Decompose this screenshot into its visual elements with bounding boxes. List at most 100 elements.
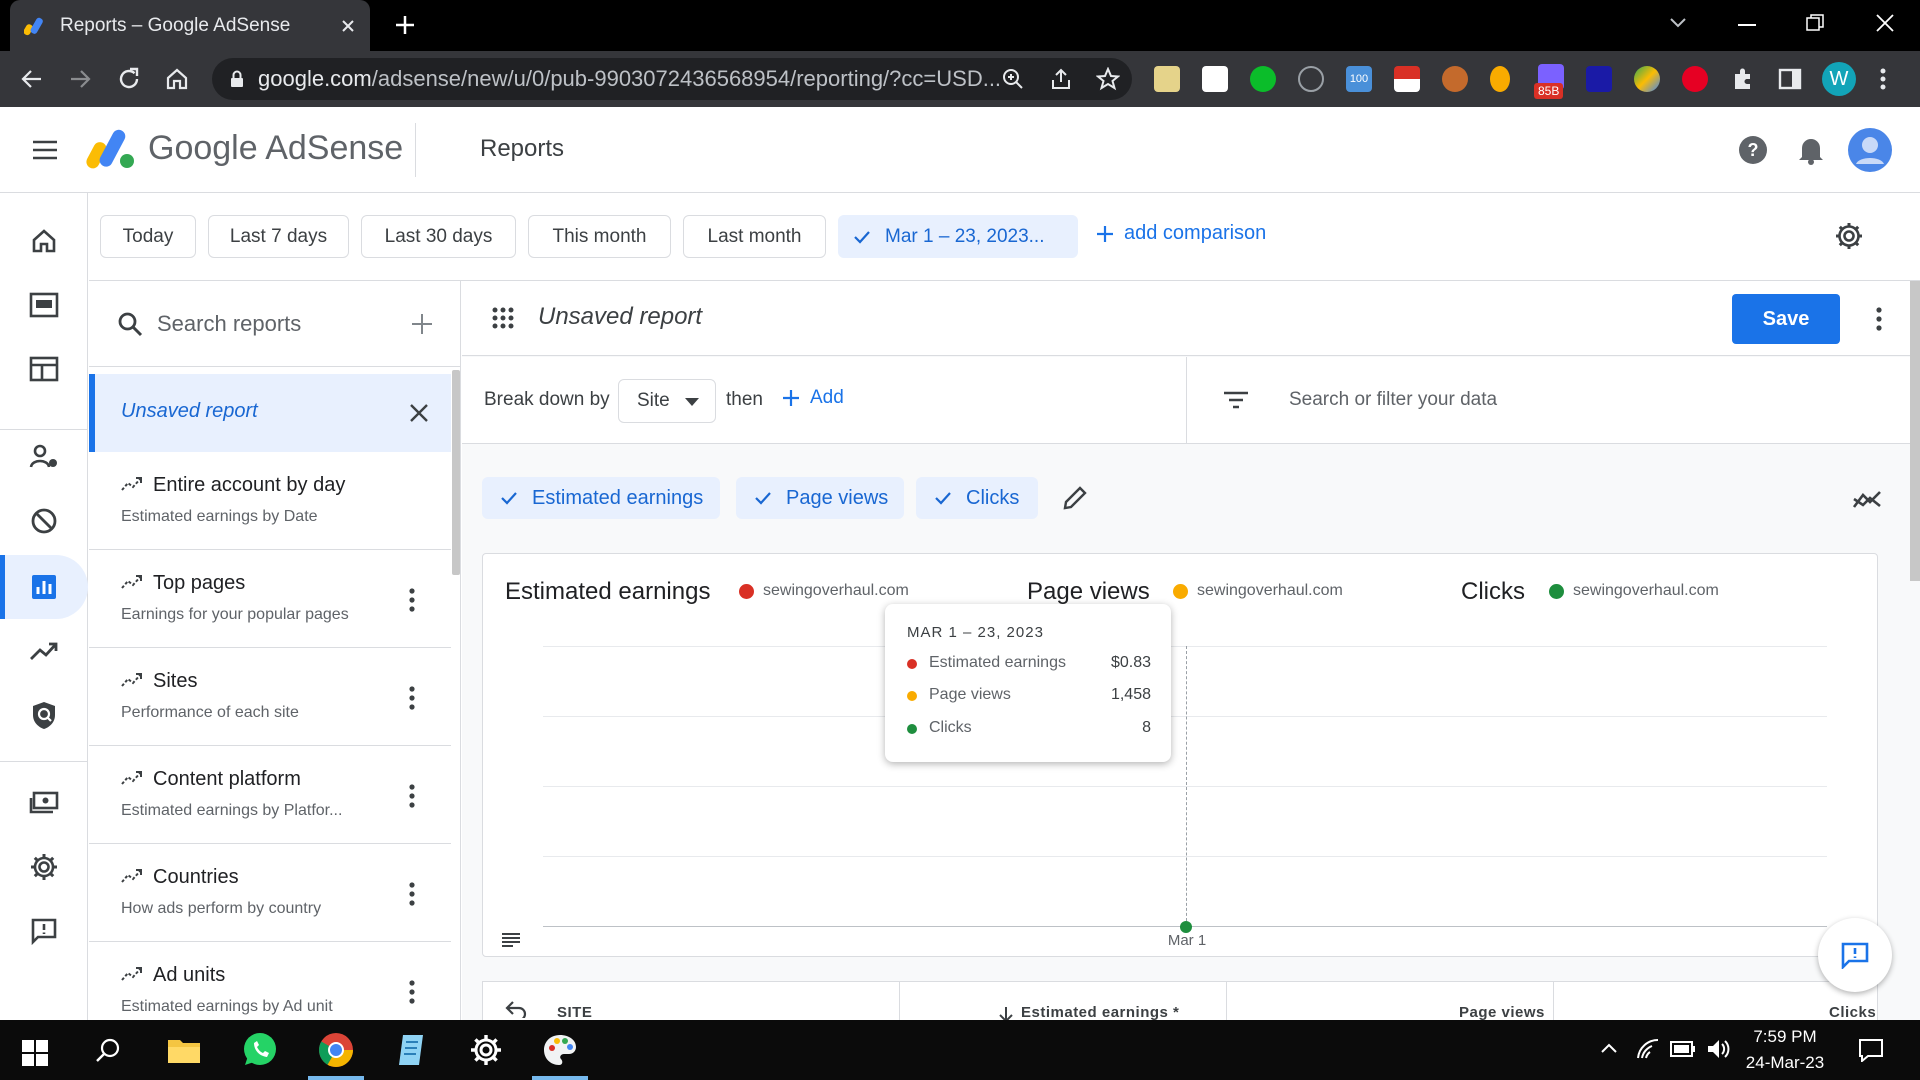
more-options-icon[interactable] [409, 882, 415, 906]
metric-chip-clicks[interactable]: Clicks [916, 477, 1038, 519]
nav-reports-icon[interactable] [26, 569, 62, 605]
nav-privacy-messaging-icon[interactable] [26, 439, 62, 475]
nav-blocking-controls-icon[interactable] [26, 503, 62, 539]
nav-feedback-icon[interactable] [26, 913, 62, 949]
wordpress-extension-icon[interactable] [1442, 66, 1468, 92]
add-comparison-button[interactable]: add comparison [1096, 222, 1266, 245]
sidebar-item-unsaved-report[interactable]: Unsaved report [89, 374, 451, 452]
profile-avatar[interactable]: W [1822, 62, 1856, 96]
panel-scrollbar[interactable] [452, 370, 460, 575]
notification-center-icon[interactable] [1858, 1038, 1884, 1062]
green-extension-icon[interactable] [1250, 66, 1276, 92]
nav-settings-icon[interactable] [26, 849, 62, 885]
nav-brand-safety-icon[interactable] [26, 697, 62, 733]
back-icon[interactable] [20, 67, 44, 91]
chip-last-7-days[interactable]: Last 7 days [208, 215, 349, 258]
whatsapp-icon[interactable] [238, 1028, 282, 1072]
apps-grid-icon[interactable] [492, 307, 514, 329]
chip-this-month[interactable]: This month [528, 215, 671, 258]
sidebar-report-content-platform[interactable]: Content platform Estimated earnings by P… [89, 746, 451, 844]
add-breakdown-button[interactable]: Add [782, 387, 844, 409]
column-header-clicks[interactable]: Clicks [1829, 1004, 1876, 1021]
notes-extension-icon[interactable] [1154, 66, 1180, 92]
sidebar-report-top-pages[interactable]: Top pages Earnings for your popular page… [89, 550, 451, 648]
metric-chip-page-views[interactable]: Page views [736, 477, 904, 519]
column-header-site[interactable]: SITE [557, 1004, 592, 1021]
restore-icon[interactable] [1806, 14, 1824, 32]
edit-metrics-pencil-icon[interactable] [1062, 485, 1088, 511]
browser-menu-icon[interactable] [1880, 67, 1886, 91]
address-bar[interactable]: google.com/adsense/new/u/0/pub-990307243… [212, 58, 1132, 100]
report-title[interactable]: Unsaved report [538, 303, 702, 331]
nav-sites-icon[interactable] [26, 287, 62, 323]
system-tray-chevron-icon[interactable] [1600, 1042, 1618, 1054]
speed-extension-icon[interactable]: 100 [1346, 66, 1372, 92]
filter-search-box[interactable]: Search or filter your data [1186, 357, 1920, 443]
metric-chip-estimated-earnings[interactable]: Estimated earnings [482, 477, 720, 519]
search-reports-box[interactable]: Search reports [89, 281, 460, 367]
settings-gear-app-icon[interactable] [464, 1028, 508, 1072]
save-button[interactable]: Save [1732, 294, 1840, 344]
new-report-plus-icon[interactable] [411, 313, 433, 335]
extensions-puzzle-icon[interactable] [1730, 66, 1756, 92]
more-options-icon[interactable] [409, 588, 415, 612]
report-settings-gear-icon[interactable] [1834, 221, 1864, 251]
colorful-extension-icon[interactable] [1634, 66, 1660, 92]
chip-last-month[interactable]: Last month [683, 215, 826, 258]
notifications-bell-icon[interactable] [1798, 135, 1824, 165]
zoom-icon[interactable] [1002, 68, 1024, 90]
close-icon[interactable] [409, 403, 429, 423]
chip-today[interactable]: Today [100, 215, 196, 258]
pinterest-extension-icon[interactable] [1682, 66, 1708, 92]
notepad-icon[interactable] [390, 1028, 434, 1072]
undo-icon[interactable] [505, 1000, 527, 1018]
help-icon[interactable]: ? [1738, 135, 1768, 165]
breakdown-dropdown[interactable]: Site [618, 379, 716, 423]
close-window-icon[interactable] [1876, 14, 1894, 32]
sidebar-report-sites[interactable]: Sites Performance of each site [89, 648, 451, 746]
wave-extension-icon[interactable] [1586, 66, 1612, 92]
paint-app-icon[interactable] [538, 1028, 582, 1072]
chart-type-toggle-icon[interactable] [1852, 489, 1882, 509]
chip-last-30-days[interactable]: Last 30 days [361, 215, 516, 258]
bookmark-star-icon[interactable] [1096, 67, 1120, 91]
lock-icon[interactable] [230, 70, 244, 88]
forward-icon[interactable] [68, 67, 92, 91]
feedback-fab-button[interactable] [1818, 918, 1892, 992]
minimize-icon[interactable] [1738, 24, 1756, 26]
chip-date-range-selected[interactable]: Mar 1 – 23, 2023... [838, 215, 1078, 258]
column-header-estimated-earnings[interactable]: Estimated earnings * [1021, 1004, 1179, 1021]
qr-extension-icon[interactable] [1202, 66, 1228, 92]
flag-extension-icon[interactable] [1394, 66, 1420, 92]
nav-payments-icon[interactable] [26, 785, 62, 821]
nav-optimization-icon[interactable] [26, 633, 62, 669]
home-icon[interactable] [164, 66, 190, 92]
sidebar-report-ad-units[interactable]: Ad units Estimated earnings by Ad unit [89, 942, 451, 1020]
nav-ads-icon[interactable] [26, 351, 62, 387]
new-tab-icon[interactable] [394, 14, 416, 36]
system-clock[interactable]: 7:59 PM 24-Mar-23 [1730, 1024, 1840, 1076]
more-options-icon[interactable] [409, 980, 415, 1004]
volume-icon[interactable] [1706, 1038, 1730, 1060]
reload-icon[interactable] [116, 66, 142, 92]
battery-icon[interactable] [1670, 1041, 1696, 1057]
more-options-icon[interactable] [409, 686, 415, 710]
nav-home-icon[interactable] [26, 223, 62, 259]
column-header-page-views[interactable]: Page views [1459, 1004, 1545, 1021]
more-options-icon[interactable] [409, 784, 415, 808]
wifi-icon[interactable] [1636, 1038, 1660, 1060]
sidebar-report-countries[interactable]: Countries How ads perform by country [89, 844, 451, 942]
file-explorer-icon[interactable] [162, 1028, 206, 1072]
share-icon[interactable] [1050, 68, 1072, 90]
sidebar-report-entire-account[interactable]: Entire account by day Estimated earnings… [89, 452, 451, 550]
tab-search-chevron-icon[interactable] [1668, 16, 1688, 30]
blocked-extension-icon[interactable] [1298, 66, 1324, 92]
chart-table-toggle-icon[interactable] [501, 932, 521, 948]
report-more-options-icon[interactable] [1876, 307, 1882, 331]
page-scrollbar[interactable] [1910, 281, 1920, 581]
tab-close-icon[interactable] [340, 18, 356, 34]
orange-extension-icon[interactable] [1490, 66, 1510, 92]
account-avatar-icon[interactable] [1848, 128, 1892, 172]
hamburger-menu-icon[interactable] [32, 140, 58, 160]
chrome-icon[interactable] [314, 1028, 358, 1072]
